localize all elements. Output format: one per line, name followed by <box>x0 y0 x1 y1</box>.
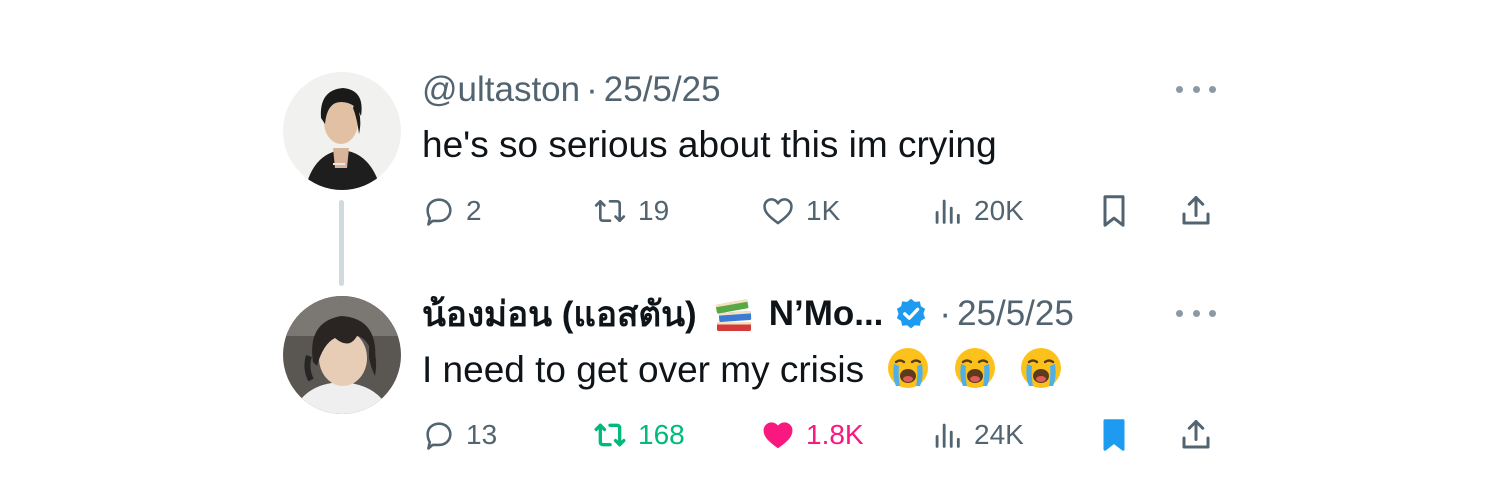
reply-count: 2 <box>466 195 482 226</box>
display-name[interactable]: น้องม่อน (แอสตัน) <box>422 287 697 342</box>
post-date[interactable]: 25/5/25 <box>957 294 1074 334</box>
reply-icon <box>426 422 452 450</box>
loudly-crying-face-emoji <box>954 348 995 388</box>
repost-count: 168 <box>638 419 685 450</box>
share-button[interactable] <box>1178 410 1214 460</box>
heart-icon <box>763 198 793 225</box>
loudly-crying-face-emoji <box>888 348 929 388</box>
like-button[interactable]: 1K <box>760 186 840 236</box>
repost-icon <box>594 423 626 447</box>
repost-icon <box>594 199 626 223</box>
views-count: 24K <box>974 419 1024 450</box>
views-button[interactable]: 24K <box>930 410 1024 460</box>
views-button[interactable]: 20K <box>930 186 1024 236</box>
views-icon <box>935 199 960 224</box>
post-text-container: I need to get over my crisis <box>422 346 1063 391</box>
bookmark-icon <box>1103 419 1125 451</box>
more-options-icon[interactable] <box>1176 303 1216 323</box>
avatar[interactable] <box>283 72 401 190</box>
repost-button[interactable]: 168 <box>592 410 685 460</box>
avatar[interactable] <box>283 296 401 414</box>
heart-icon <box>763 422 793 449</box>
thread-connector-line <box>339 200 344 286</box>
more-options-icon[interactable] <box>1176 79 1216 99</box>
like-count: 1K <box>806 195 841 226</box>
views-icon <box>935 423 960 448</box>
user-handle[interactable]: @ultaston <box>422 70 580 110</box>
repost-button[interactable]: 19 <box>592 186 669 236</box>
share-icon <box>1182 196 1210 225</box>
reply-icon <box>426 198 452 226</box>
post-header: น้องม่อน (แอสตัน) N’Mo... · 25/5/25 <box>422 292 1074 336</box>
reply-button[interactable]: 2 <box>422 186 482 236</box>
like-count: 1.8K <box>806 419 864 450</box>
loudly-crying-face-emoji <box>1020 348 1061 388</box>
books-emoji <box>713 295 755 333</box>
reply-button[interactable]: 13 <box>422 410 497 460</box>
views-count: 20K <box>974 195 1024 226</box>
repost-count: 19 <box>638 195 670 226</box>
header-separator: · <box>586 70 598 109</box>
bookmark-icon <box>1103 195 1125 227</box>
like-button[interactable]: 1.8K <box>760 410 864 460</box>
display-name-suffix[interactable]: N’Mo... <box>769 294 884 334</box>
post-text: he's so serious about this im crying <box>422 124 997 165</box>
post-header: @ultaston · 25/5/25 <box>422 68 721 112</box>
header-separator: · <box>939 294 952 333</box>
bookmark-button[interactable] <box>1098 410 1130 460</box>
bookmark-button[interactable] <box>1098 186 1130 236</box>
post-text: I need to get over my crisis <box>422 349 865 390</box>
post-actions: 2 19 1K 20K <box>422 186 1222 236</box>
reply-count: 13 <box>466 419 498 450</box>
post-actions: 13 168 1.8K 24K <box>422 410 1222 460</box>
post-date[interactable]: 25/5/25 <box>604 70 721 110</box>
share-icon <box>1182 420 1210 449</box>
verified-badge-icon <box>893 296 929 332</box>
share-button[interactable] <box>1178 186 1214 236</box>
